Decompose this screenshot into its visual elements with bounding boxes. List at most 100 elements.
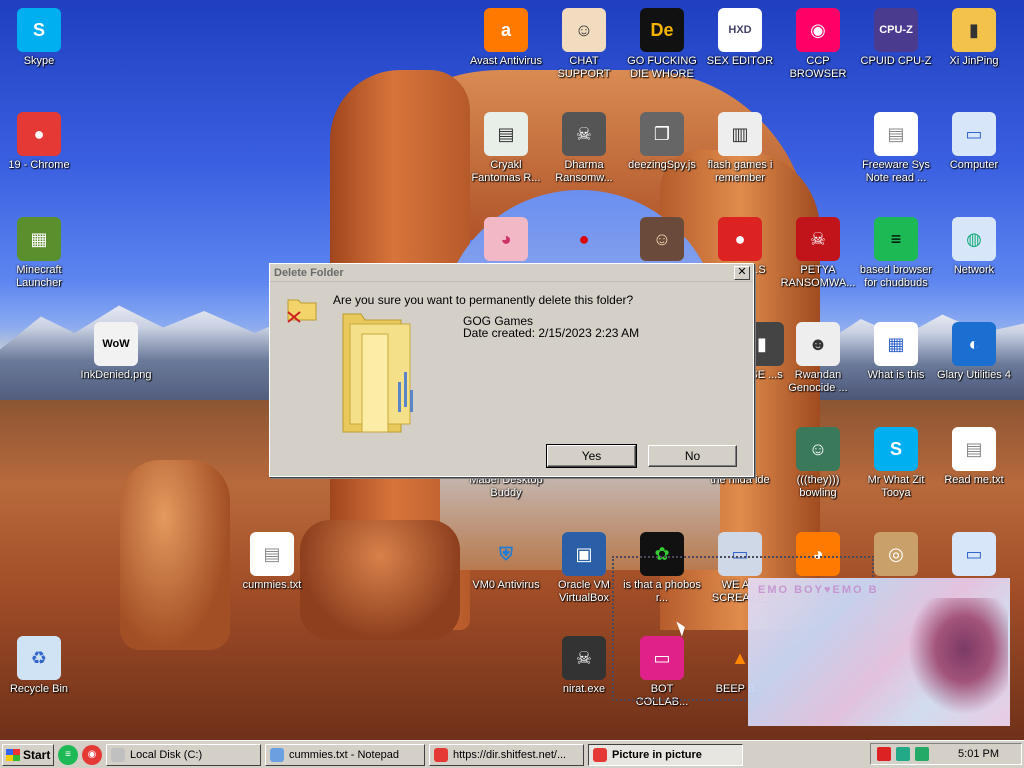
desktop-icon-readme[interactable]: ▤ Read me.txt — [935, 427, 1013, 487]
tray-flag-icon[interactable] — [877, 747, 891, 761]
desktop-icon-flash[interactable]: ▥ flash games i remember — [701, 112, 779, 185]
desktop-icon-label: Mr What Zit Tooya — [867, 474, 925, 499]
dialog-close-button[interactable]: ✕ — [734, 265, 750, 280]
taskbar-button-chrome-tab[interactable]: https://dir.shitfest.net/... — [429, 743, 584, 766]
mrwhat-icon: S — [874, 427, 918, 471]
notepad-icon — [270, 747, 284, 762]
desktop-icon-label: based browser for chudbuds — [859, 264, 933, 289]
quicklaunch-spotify-icon[interactable]: ≡ — [58, 744, 78, 765]
freeware-icon: ▤ — [874, 112, 918, 156]
recycle-icon: ♻ — [17, 636, 61, 680]
taskbar-button-local-disk[interactable]: Local Disk (C:) — [106, 743, 261, 766]
desktop-icon-label: CCP BROWSER — [789, 55, 847, 80]
delete-folder-icon — [287, 299, 317, 323]
cpuz-icon: CPU-Z — [874, 8, 918, 52]
desktop-icon-pig[interactable]: ◕ — [467, 217, 545, 264]
desktop-icon-avast[interactable]: a Avast Antivirus — [467, 8, 545, 68]
start-button[interactable]: Start — [2, 743, 54, 766]
desktop-icon-bowling[interactable]: ☺ (((they))) bowling — [779, 427, 857, 500]
desktop-icon-glary[interactable]: ◐ Glary Utilities 4 — [935, 322, 1013, 382]
desktop-icon-computer[interactable]: ▭ Computer — [935, 112, 1013, 172]
desktop-icon-portrait[interactable]: ☺ — [623, 217, 701, 264]
delete-folder-dialog: Delete Folder ✕ Are you sure you want to… — [269, 263, 754, 477]
desktop-icon-vm0[interactable]: ⛨ VM0 Antivirus — [467, 532, 545, 592]
desktop-icon-chat[interactable]: ☺ CHAT SUPPORT — [545, 8, 623, 81]
desktop-icon-label: CPUID CPU-Z — [860, 55, 932, 67]
angry-icon: ● — [718, 217, 762, 261]
desktop-icon-label: flash games i remember — [707, 159, 773, 184]
desktop-icon-label: Recycle Bin — [9, 683, 69, 695]
desktop-icon-sexeditor[interactable]: HXD SEX EDITOR — [701, 8, 779, 68]
desktop-icon-whatis[interactable]: ▦ What is this — [857, 322, 935, 382]
network-icon: ◍ — [952, 217, 996, 261]
desktop-icon-gofucking[interactable]: De GO FUCKING DIE WHORE — [623, 8, 701, 81]
start-label: Start — [23, 747, 51, 762]
wallpaper-rock — [120, 460, 230, 650]
desktop-icon-label: (((they))) bowling — [796, 474, 840, 499]
desktop-icon-label: cummies.txt — [242, 579, 302, 591]
desktop-icon-deezing[interactable]: ❐ deezingSpy.js — [623, 112, 701, 172]
desktop-icon-label: SEX EDITOR — [706, 55, 774, 67]
desktop-icon-skype[interactable]: S Skype — [0, 8, 78, 68]
flash-icon: ▥ — [718, 112, 762, 156]
tray-volume-icon[interactable] — [915, 747, 929, 761]
clock[interactable]: 5:01 PM — [958, 748, 999, 760]
desktop-icon-label: Computer — [949, 159, 999, 171]
no-button[interactable]: No — [648, 445, 737, 467]
chrome-icon: ● — [17, 112, 61, 156]
desktop-icon-label: What is this — [867, 369, 925, 381]
desktop-icon-inkdenied[interactable]: WoW InkDenied.png — [77, 322, 155, 382]
vm0-icon: ⛨ — [499, 543, 513, 564]
oracle-icon: ▣ — [562, 532, 606, 576]
local-disk-icon — [111, 747, 125, 762]
gofucking-icon: De — [640, 8, 684, 52]
pig-icon: ◕ — [484, 217, 528, 261]
taskbar: Start ≡ ◉ Local Disk (C:) cummies.txt - No… — [0, 740, 1024, 768]
chrome-tab-icon — [434, 747, 448, 762]
netpc-icon: ▭ — [952, 532, 996, 576]
taskbar-button-pip-window[interactable]: Picture in picture — [588, 743, 743, 766]
desktop-icon-cpuz[interactable]: CPU-Z CPUID CPU-Z — [857, 8, 935, 68]
desktop-icon-netpc[interactable]: ▭ — [935, 532, 1013, 579]
desktop-icon-cummies[interactable]: ▤ cummies.txt — [233, 532, 311, 592]
desktop-icon-petya[interactable]: ☠ PETYA RANSOMWA... — [779, 217, 857, 290]
based-icon: ≡ — [874, 217, 918, 261]
portrait-icon: ☺ — [640, 217, 684, 261]
desktop-icon-label: Freeware Sys Note read ... — [862, 159, 930, 184]
desktop-icon-freeware[interactable]: ▤ Freeware Sys Note read ... — [857, 112, 935, 185]
picture-in-picture-window[interactable]: EMO BOY♥EMO B — [748, 578, 1010, 726]
readme-icon: ▤ — [952, 427, 996, 471]
yes-button[interactable]: Yes — [546, 444, 637, 468]
minecraft-icon: ▦ — [17, 217, 61, 261]
desktop-icon-chrome[interactable]: ● 19 - Chrome — [0, 112, 78, 172]
apple-icon: ● — [578, 228, 590, 249]
desktop-icon-cryakl[interactable]: ▤ Cryakl Fantomas R... — [467, 112, 545, 185]
desktop-icon-mrwhat[interactable]: S Mr What Zit Tooya — [857, 427, 935, 500]
desktop-icon-label: CHAT SUPPORT — [557, 55, 611, 80]
desktop-icon-label: Minecraft Launcher — [16, 264, 62, 289]
desktop-icon-recycle[interactable]: ♻ Recycle Bin — [0, 636, 78, 696]
quicklaunch-chrome-icon[interactable]: ◉ — [82, 744, 102, 765]
chat-icon: ☺ — [562, 8, 606, 52]
whatis-icon: ▦ — [874, 322, 918, 366]
folder-date-created: Date created: 2/15/2023 2:23 AM — [463, 326, 640, 340]
taskbar-button-label: Local Disk (C:) — [130, 748, 203, 761]
taskbar-button-notepad[interactable]: cummies.txt - Notepad — [265, 743, 425, 766]
taskbar-button-label: https://dir.shitfest.net/... — [453, 748, 567, 761]
desktop-icon-xi[interactable]: ▮ Xi JinPing — [935, 8, 1013, 68]
desktop-icon-minecraft[interactable]: ▦ Minecraft Launcher — [0, 217, 78, 290]
desktop-icon-based[interactable]: ≡ based browser for chudbuds — [857, 217, 935, 290]
nirat-icon: ☠ — [562, 636, 606, 680]
taskbar-button-label: cummies.txt - Notepad — [289, 748, 400, 761]
desktop-icon-dharma[interactable]: ☠ Dharma Ransomw... — [545, 112, 623, 185]
desktop-icon-label: PETYA RANSOMWA... — [780, 264, 856, 289]
desktop-icon-network[interactable]: ◍ Network — [935, 217, 1013, 277]
desktop-icon-ccp[interactable]: ◉ CCP BROWSER — [779, 8, 857, 81]
deezing-icon: ❐ — [640, 112, 684, 156]
wallpaper-rock — [300, 520, 460, 640]
dialog-titlebar[interactable]: Delete Folder ✕ — [270, 264, 753, 282]
tray-network-icon[interactable] — [896, 747, 910, 761]
desktop-icon-apple[interactable]: ● — [545, 217, 623, 264]
dharma-icon: ☠ — [562, 112, 606, 156]
windows-logo-icon — [6, 748, 20, 761]
